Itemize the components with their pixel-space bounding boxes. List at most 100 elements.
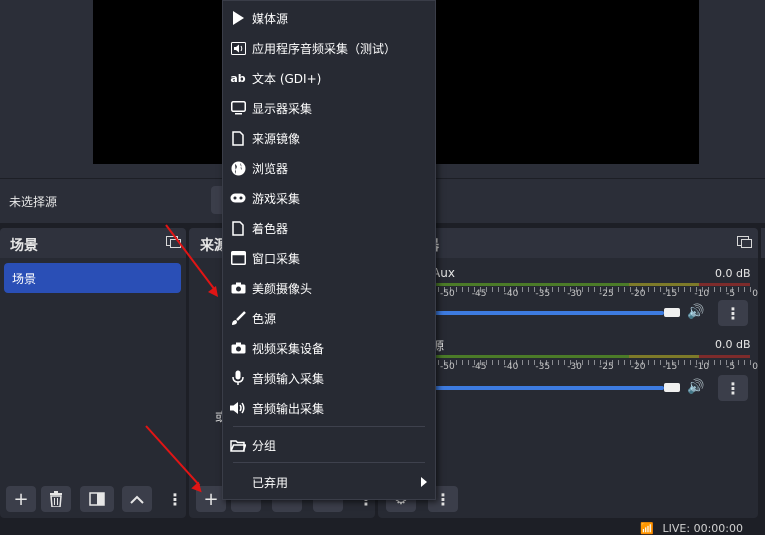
mixer-volume-slider-thumb[interactable] <box>664 308 680 317</box>
menu-item-browser[interactable]: 浏览器 <box>223 153 435 183</box>
scene-filters-button[interactable] <box>80 486 114 512</box>
submenu-arrow-icon <box>421 477 427 487</box>
mixer-scale-tick-label: 0 <box>752 362 758 372</box>
plus-icon: + <box>203 488 219 510</box>
mixer-scale-tick-label: -10 <box>694 362 710 372</box>
mixer-channel-meter <box>432 283 750 286</box>
mixer-scale-tick-label: -15 <box>662 289 678 299</box>
menu-item-display-capture[interactable]: 显示器采集 <box>223 93 435 123</box>
add-source-context-menu: 媒体源 应用程序音频采集（测试） ab 文本 (GDI+) 显示器采集 来源镜像… <box>222 0 436 500</box>
mixer-scale-tick-label: -35 <box>535 289 551 299</box>
menu-item-label: 媒体源 <box>252 11 289 26</box>
menu-item-video-capture-device[interactable]: 视频采集设备 <box>223 333 435 363</box>
menu-item-app-audio-capture[interactable]: 应用程序音频采集（测试） <box>223 33 435 63</box>
chevron-up-icon <box>130 495 144 504</box>
mixer-channel-db: 0.0 dB <box>715 338 751 351</box>
menu-item-audio-input-capture[interactable]: 音频输入采集 <box>223 363 435 393</box>
menu-item-label: 显示器采集 <box>252 101 313 116</box>
mixer-scale-tick-label: 0 <box>752 289 758 299</box>
mixer-scale-tick-label: -45 <box>471 289 487 299</box>
gamepad-icon <box>229 189 247 207</box>
menu-item-group[interactable]: 分组 <box>223 430 435 460</box>
audio-mixer-dock-float-icon[interactable] <box>737 236 752 248</box>
mixer-channel-menu-button[interactable]: ⋮ <box>718 375 748 401</box>
menu-item-label: 文本 (GDI+) <box>252 71 322 86</box>
speaker-icon <box>229 39 247 57</box>
scenes-toolbar-more-button[interactable]: ⋮ <box>167 487 183 511</box>
speaker-icon <box>229 399 247 417</box>
folder-icon <box>229 436 247 454</box>
speaker-icon[interactable]: 🔊 <box>687 304 704 320</box>
mixer-scale-tick-label: -45 <box>471 362 487 372</box>
add-scene-button[interactable]: + <box>6 486 36 512</box>
file-icon <box>229 129 247 147</box>
more-vertical-icon: ⋮ <box>435 489 451 509</box>
more-vertical-icon: ⋮ <box>725 303 741 323</box>
monitor-icon <box>229 99 247 117</box>
scenes-dock-title: 场景 <box>10 238 38 254</box>
globe-icon <box>229 159 247 177</box>
menu-item-label: 已弃用 <box>252 475 289 490</box>
menu-separator <box>233 426 425 427</box>
menu-item-audio-output-capture[interactable]: 音频输出采集 <box>223 393 435 423</box>
menu-item-label: 视频采集设备 <box>252 341 325 356</box>
mixer-scale-tick-label: -50 <box>440 289 455 299</box>
mixer-scale-row-1: -50 -45 -40 -35 -30 -25 -20 -15 -10 -5 0 <box>440 289 758 299</box>
more-vertical-icon: ⋮ <box>167 489 183 509</box>
mixer-scale-row-2: -50 -45 -40 -35 -30 -25 -20 -15 -10 -5 0 <box>440 362 758 372</box>
menu-item-text-gdi[interactable]: ab 文本 (GDI+) <box>223 63 435 93</box>
no-source-selected-label: 未选择源 <box>9 195 58 209</box>
mixer-scale-tick-label: -15 <box>662 362 678 372</box>
menu-item-label: 窗口采集 <box>252 251 301 266</box>
filter-icon <box>89 492 105 506</box>
mixer-scale-tick-label: -5 <box>726 289 736 299</box>
mixer-scale-tick-label: -40 <box>503 362 519 372</box>
brush-icon <box>229 309 247 327</box>
menu-item-label: 音频输出采集 <box>252 401 325 416</box>
menu-item-game-capture[interactable]: 游戏采集 <box>223 183 435 213</box>
mixer-volume-slider[interactable] <box>432 386 664 390</box>
stream-signal-icon: 📶 <box>640 522 654 535</box>
mixer-scale-tick-label: -10 <box>694 289 710 299</box>
mixer-scale-tick-label: -25 <box>598 289 614 299</box>
trash-icon <box>50 491 62 507</box>
speaker-icon[interactable]: 🔊 <box>687 379 704 395</box>
microphone-icon <box>229 369 247 387</box>
menu-item-label: 音频输入采集 <box>252 371 325 386</box>
menu-item-label: 分组 <box>252 438 277 453</box>
camera-icon <box>229 279 247 297</box>
mixer-scale-tick-label: -30 <box>567 362 582 372</box>
camera-icon <box>229 339 247 357</box>
mixer-scale-tick-label: -20 <box>630 289 646 299</box>
menu-item-label: 浏览器 <box>252 161 289 176</box>
menu-item-label: 游戏采集 <box>252 191 301 206</box>
mixer-channel-meter <box>432 355 750 358</box>
menu-item-label: 来源镜像 <box>252 131 301 146</box>
window-icon <box>229 249 247 267</box>
more-vertical-icon: ⋮ <box>725 378 741 398</box>
menu-item-color-source[interactable]: 色源 <box>223 303 435 333</box>
menu-separator <box>233 462 425 463</box>
menu-item-beauty-camera[interactable]: 美颜摄像头 <box>223 273 435 303</box>
move-scene-up-button[interactable] <box>122 486 152 512</box>
live-timer: LIVE: 00:00:00 <box>662 522 743 535</box>
mixer-scale-tick-label: -30 <box>567 289 582 299</box>
menu-item-source-mirror[interactable]: 来源镜像 <box>223 123 435 153</box>
play-icon <box>229 9 247 27</box>
mixer-scale-tick-label: -25 <box>598 362 614 372</box>
mixer-volume-slider-thumb[interactable] <box>664 383 680 392</box>
menu-item-window-capture[interactable]: 窗口采集 <box>223 243 435 273</box>
menu-item-deprecated[interactable]: 已弃用 <box>223 467 435 497</box>
mixer-scale-tick-label: -5 <box>726 362 736 372</box>
menu-item-media-source[interactable]: 媒体源 <box>223 3 435 33</box>
menu-item-label: 着色器 <box>252 221 289 236</box>
mixer-channel-db: 0.0 dB <box>715 267 751 280</box>
menu-item-shader[interactable]: 着色器 <box>223 213 435 243</box>
menu-item-label: 色源 <box>252 311 277 326</box>
mixer-channel-menu-button[interactable]: ⋮ <box>718 300 748 326</box>
text-ab-icon: ab <box>230 71 246 85</box>
plus-icon: + <box>13 488 29 510</box>
remove-scene-button[interactable] <box>41 486 71 512</box>
menu-item-label: 应用程序音频采集（测试） <box>252 41 397 56</box>
mixer-volume-slider[interactable] <box>432 311 664 315</box>
